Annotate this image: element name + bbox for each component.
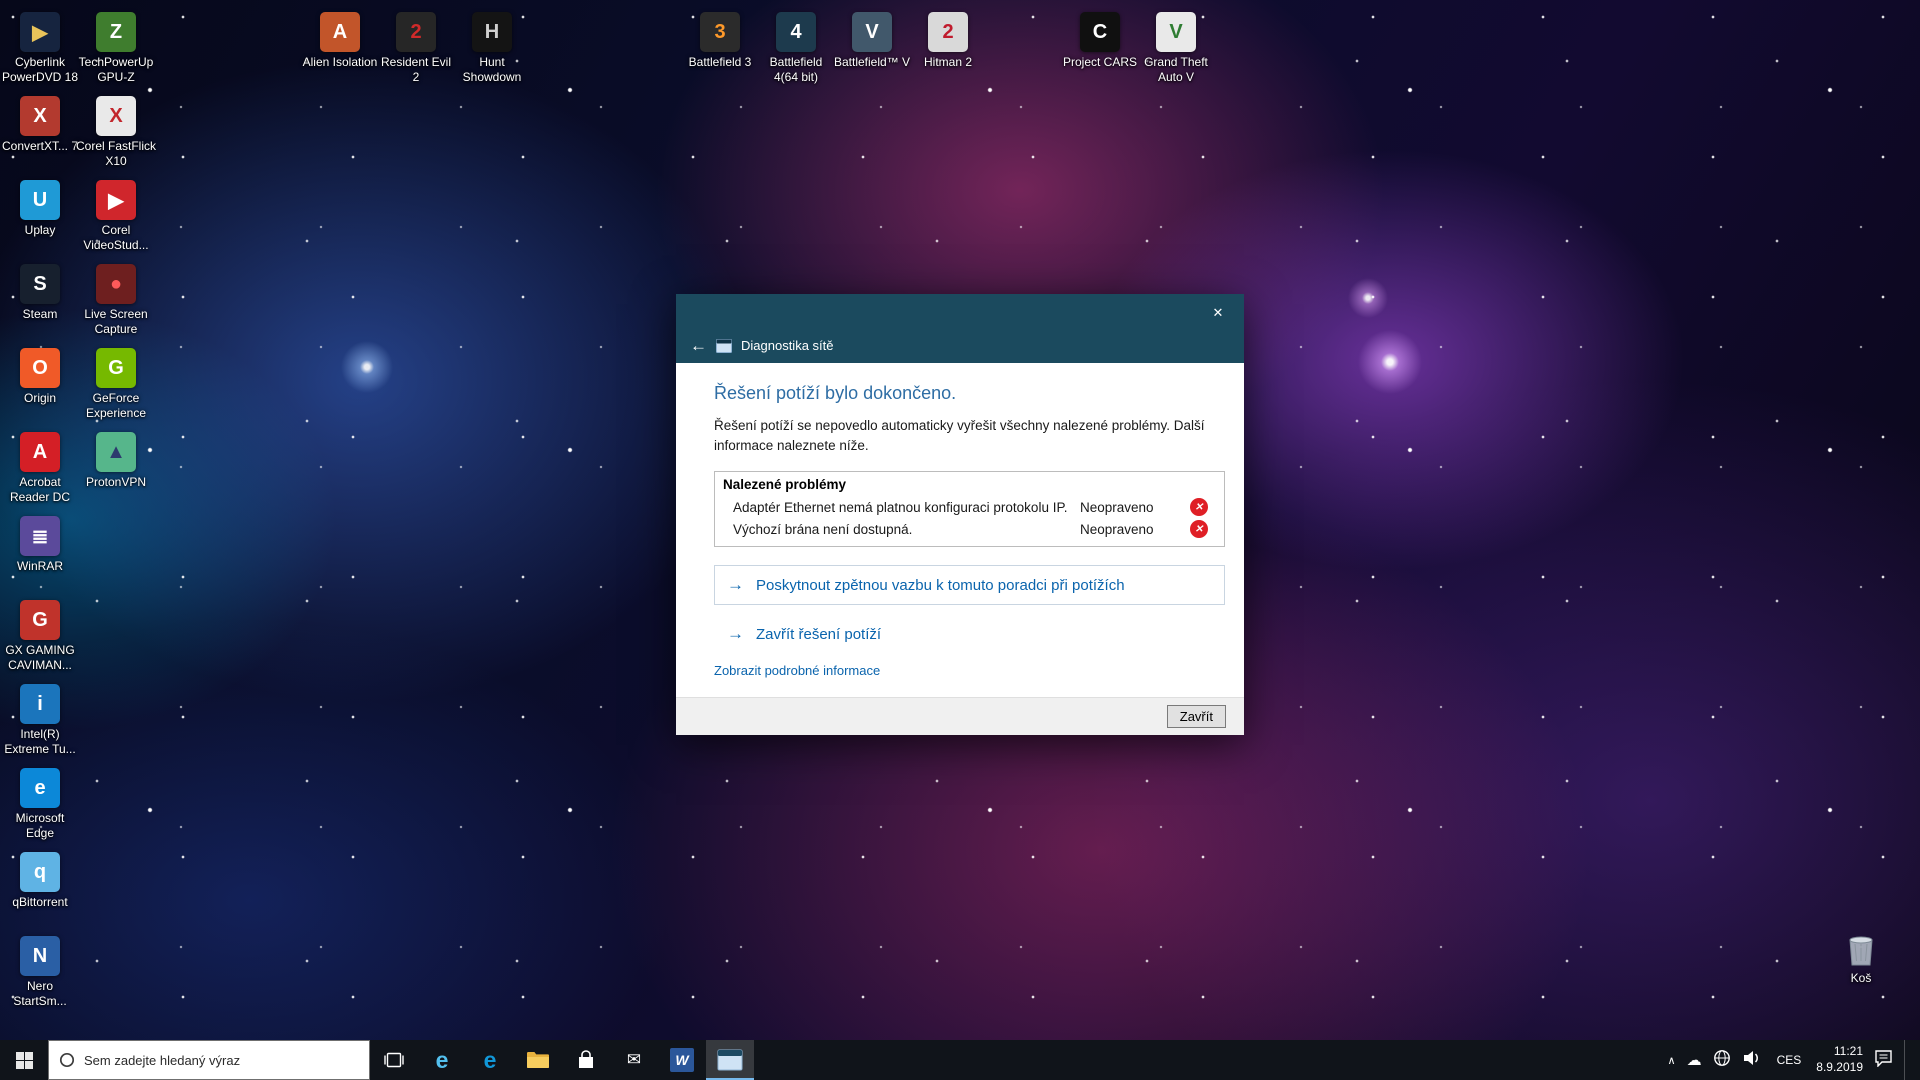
dialog-content: Řešení potíží bylo dokončeno. Řešení pot… <box>676 363 1244 697</box>
taskbar-network-diagnostics[interactable] <box>706 1040 754 1080</box>
error-icon: ✕ <box>1190 498 1208 516</box>
network-diagnostics-window: ✕ ← Diagnostika sítě Řešení potíží bylo … <box>676 294 1244 735</box>
cortana-icon <box>59 1052 75 1068</box>
onedrive-cloud-icon[interactable]: ☁ <box>1687 1051 1702 1069</box>
taskbar-internet-explorer[interactable]: e <box>418 1040 466 1080</box>
problem-text: Adaptér Ethernet nemá platnou konfigurac… <box>733 500 1080 515</box>
desktop-icon-intel[interactable]: iIntel(R) Extreme Tu... <box>0 684 80 756</box>
arrow-icon: → <box>727 575 744 595</box>
desktop-icon-origin[interactable]: OOrigin <box>0 348 80 406</box>
windows-logo-icon <box>16 1052 33 1069</box>
feedback-action[interactable]: → Poskytnout zpětnou vazbu k tomuto pora… <box>714 565 1225 605</box>
desktop-icon-steam[interactable]: SSteam <box>0 264 80 322</box>
desktop-icon-uplay[interactable]: UUplay <box>0 180 80 238</box>
task-view-icon <box>383 1051 405 1069</box>
problem-row: Výchozí brána není dostupná. Neopraveno … <box>715 518 1224 546</box>
clock-date: 8.9.2019 <box>1816 1060 1863 1076</box>
taskbar-search-input[interactable]: Sem zadejte hledaný výraz <box>48 1040 370 1080</box>
close-icon[interactable]: ✕ <box>1200 300 1236 326</box>
desktop-icon-qbittorrent[interactable]: qqBittorrent <box>0 852 80 910</box>
language-indicator[interactable]: CES <box>1773 1053 1806 1067</box>
desktop-icon-battlefield-v[interactable]: VBattlefield™ V <box>832 12 912 70</box>
arrow-icon: → <box>727 624 744 644</box>
start-button[interactable] <box>0 1040 48 1080</box>
problem-text: Výchozí brána není dostupná. <box>733 522 1080 537</box>
system-tray: ∧ ☁ CES 11:21 8.9.2019 <box>1668 1040 1920 1080</box>
desktop-icon-battlefield-3[interactable]: 3Battlefield 3 <box>680 12 760 70</box>
word-icon: W <box>670 1048 694 1072</box>
dialog-heading: Řešení potíží bylo dokončeno. <box>714 383 1225 404</box>
desktop-icon-recycle-bin[interactable]: Koš <box>1821 930 1901 986</box>
desktop-icon-livescreen[interactable]: ●Live Screen Capture <box>76 264 156 336</box>
taskbar-edge[interactable]: e <box>466 1040 514 1080</box>
desktop-icon-convertxt[interactable]: XConvertXT... 7 <box>0 96 80 154</box>
desktop-icon-gx-gaming[interactable]: GGX GAMING CAVIMAN... <box>0 600 80 672</box>
desktop-icon-project-cars[interactable]: CProject CARS <box>1060 12 1140 70</box>
clock[interactable]: 11:21 8.9.2019 <box>1816 1044 1863 1075</box>
task-view-button[interactable] <box>370 1040 418 1080</box>
desktop-icon-fastflick[interactable]: XCorel FastFlick X10 <box>76 96 156 168</box>
desktop: ▶Cyberlink PowerDVD 18 XConvertXT... 7 U… <box>0 0 1920 1080</box>
internet-explorer-icon: e <box>436 1047 449 1074</box>
desktop-icon-protonvpn[interactable]: ▲ProtonVPN <box>76 432 156 490</box>
diagnostics-window-icon <box>717 1049 743 1071</box>
problems-header: Nalezené problémy <box>715 472 1224 496</box>
problem-row: Adaptér Ethernet nemá platnou konfigurac… <box>715 496 1224 518</box>
tray-chevron-icon[interactable]: ∧ <box>1668 1054 1676 1067</box>
edge-icon: e <box>484 1047 497 1074</box>
desktop-icon-edge[interactable]: eMicrosoft Edge <box>0 768 80 840</box>
desktop-icon-geforce[interactable]: GGeForce Experience <box>76 348 156 420</box>
desktop-icon-hitman-2[interactable]: 2Hitman 2 <box>908 12 988 70</box>
desktop-icon-alien-isolation[interactable]: AAlien Isolation <box>300 12 380 70</box>
mail-icon: ✉ <box>627 1050 641 1070</box>
dialog-titlebar[interactable]: ✕ ← Diagnostika sítě <box>676 294 1244 363</box>
taskbar-mail[interactable]: ✉ <box>610 1040 658 1080</box>
problem-status: Neopraveno <box>1080 500 1180 515</box>
taskbar-file-explorer[interactable] <box>514 1040 562 1080</box>
feedback-action-label: Poskytnout zpětnou vazbu k tomuto poradc… <box>756 577 1125 594</box>
error-icon: ✕ <box>1190 520 1208 538</box>
taskbar-word[interactable]: W <box>658 1040 706 1080</box>
problem-status: Neopraveno <box>1080 522 1180 537</box>
show-desktop-button[interactable] <box>1904 1040 1910 1080</box>
close-troubleshooter-action[interactable]: → Zavřít řešení potíží <box>714 619 1225 649</box>
desktop-icon-videostudio[interactable]: ▶Corel VideoStud... <box>76 180 156 252</box>
desktop-icon-winrar[interactable]: ≣WinRAR <box>0 516 80 574</box>
close-troubleshooter-label: Zavřít řešení potíží <box>756 626 881 643</box>
window-icon <box>716 339 732 353</box>
file-explorer-icon <box>526 1050 550 1070</box>
close-button[interactable]: Zavřít <box>1167 705 1226 728</box>
store-icon <box>576 1049 596 1071</box>
recycle-bin-label: Koš <box>1821 971 1901 986</box>
desktop-icon-hunt-showdown[interactable]: HHunt Showdown <box>452 12 532 84</box>
search-placeholder: Sem zadejte hledaný výraz <box>84 1053 240 1068</box>
taskbar-store[interactable] <box>562 1040 610 1080</box>
dialog-footer: Zavřít <box>676 697 1244 735</box>
desktop-icon-battlefield-4[interactable]: 4Battlefield 4(64 bit) <box>756 12 836 84</box>
desktop-icon-nero[interactable]: NNero StartSm... <box>0 936 80 1008</box>
back-icon[interactable]: ← <box>690 337 707 354</box>
desktop-icon-powerdvd[interactable]: ▶Cyberlink PowerDVD 18 <box>0 12 80 84</box>
window-title: Diagnostika sítě <box>741 338 834 353</box>
dialog-description: Řešení potíží se nepovedlo automaticky v… <box>714 416 1206 455</box>
desktop-icon-resident-evil-2[interactable]: 2Resident Evil 2 <box>376 12 456 84</box>
details-link[interactable]: Zobrazit podrobné informace <box>714 663 880 678</box>
network-icon[interactable] <box>1713 1049 1731 1072</box>
desktop-icon-acrobat[interactable]: AAcrobat Reader DC <box>0 432 80 504</box>
desktop-icon-gta-v[interactable]: VGrand Theft Auto V <box>1136 12 1216 84</box>
desktop-icon-gpuz[interactable]: ZTechPowerUp GPU-Z <box>76 12 156 84</box>
notification-center-icon[interactable] <box>1874 1049 1893 1072</box>
taskbar: Sem zadejte hledaný výraz e e <box>0 1040 1920 1080</box>
clock-time: 11:21 <box>1816 1044 1863 1060</box>
recycle-bin-icon <box>1846 930 1876 968</box>
volume-icon[interactable] <box>1742 1049 1762 1072</box>
problems-table: Nalezené problémy Adaptér Ethernet nemá … <box>714 471 1225 547</box>
